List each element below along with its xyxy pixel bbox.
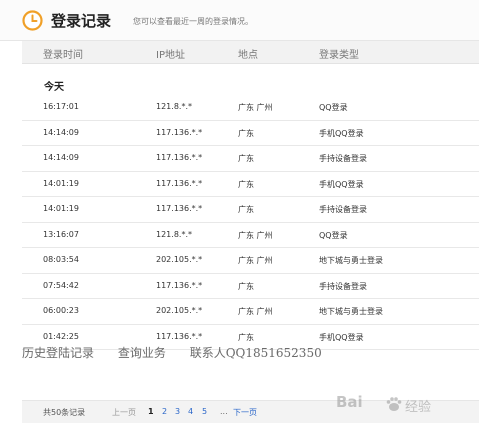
cell-place: 广东 广州 [238,230,273,240]
cell-ip: 202.105.*.* [156,306,203,315]
cell-place: 广东 [238,128,254,138]
cell-time: 08:03:54 [43,255,79,264]
cell-ip: 117.136.*.* [156,178,203,188]
cell-type: QQ登录 [319,230,348,240]
cell-ip: 117.136.*.* [156,331,203,341]
cell-ip: 117.136.*.* [156,127,203,137]
table-row: 14:01:19 117.136.*.* 广东 手机QQ登录 [22,172,479,197]
cell-time: 14:01:19 [43,178,79,188]
cell-ip: 117.136.*.* [156,280,203,290]
login-table: 16:17:01 121.8.*.* 广东 广州 QQ登录 14:14:09 1… [22,95,479,350]
page-link-3[interactable]: 3 [175,407,180,416]
cell-type: 地下城与勇士登录 [319,307,383,316]
watermark-text: Bai [336,393,363,411]
table-row: 14:14:09 117.136.*.* 广东 手机QQ登录 [22,121,479,146]
cell-place: 广东 广州 [238,256,273,265]
page-title: 登录记录 [51,12,112,30]
cell-type: 手持设备登录 [319,281,367,291]
watermark-suffix: 经验 [405,400,432,415]
clock-icon [22,10,43,31]
cell-time: 07:54:42 [43,280,79,290]
cell-time: 13:16:07 [43,229,79,239]
cell-place: 广东 广州 [238,103,273,112]
pagination-total: 共50条记录 [43,408,86,417]
cell-type: 手机QQ登录 [319,128,364,138]
header: 登录记录 您可以查看最近一周的登录情况。 [0,0,479,41]
cell-type: 地下城与勇士登录 [319,256,383,265]
cell-time: 06:00:23 [43,306,79,315]
column-place: 地点 [238,50,258,61]
page-link-4[interactable]: 4 [188,407,193,416]
cell-type: QQ登录 [319,103,348,112]
table-row: 06:00:23 202.105.*.* 广东 广州 地下城与勇士登录 [22,299,479,325]
cell-place: 广东 [238,332,254,342]
column-login-type: 登录类型 [319,50,359,61]
table-row: 14:14:09 117.136.*.* 广东 手持设备登录 [22,146,479,172]
overlay-query-label: 查询业务 [117,346,166,360]
table-row: 07:54:42 117.136.*.* 广东 手持设备登录 [22,274,479,299]
overlay-history-label: 历史登陆记录 [22,346,95,360]
cell-type: 手机QQ登录 [319,332,364,342]
table-row: 16:17:01 121.8.*.* 广东 广州 QQ登录 [22,95,479,121]
page-link-5[interactable]: 5 [202,407,207,416]
cell-ip: 117.136.*.* [156,153,203,162]
column-ip: IP地址 [156,50,185,61]
next-page-link[interactable]: 下一页 [233,407,257,418]
prev-page-link[interactable]: 上一页 [112,407,136,418]
table-header: 登录时间 IP地址 地点 登录类型 [22,41,479,64]
cell-time: 16:17:01 [43,102,79,111]
cell-place: 广东 广州 [238,307,273,316]
cell-place: 广东 [238,281,254,291]
cell-ip: 121.8.*.* [156,102,192,111]
cell-time: 01:42:25 [43,331,79,341]
table-row: 14:01:19 117.136.*.* 广东 手持设备登录 [22,197,479,223]
cell-place: 广东 [238,179,254,189]
cell-type: 手持设备登录 [319,205,367,214]
column-login-time: 登录时间 [43,50,83,61]
cell-type: 手机QQ登录 [319,179,364,189]
table-row: 08:03:54 202.105.*.* 广东 广州 地下城与勇士登录 [22,248,479,274]
cell-ip: 121.8.*.* [156,229,192,239]
pagination-ellipsis: ... [220,407,228,416]
page-link-1[interactable]: 1 [148,407,154,416]
page-subtitle: 您可以查看最近一周的登录情况。 [133,17,253,26]
overlay-contact-label: 联系人QQ1851652350 [189,346,322,360]
paw-icon [386,397,402,411]
cell-type: 手持设备登录 [319,154,367,163]
table-row: 13:16:07 121.8.*.* 广东 广州 QQ登录 [22,223,479,248]
cell-time: 14:01:19 [43,204,79,213]
cell-place: 广东 [238,205,254,214]
cell-place: 广东 [238,154,254,163]
cell-time: 14:14:09 [43,153,79,162]
overlay-caption: 历史登陆记录 查询业务 联系人QQ1851652350 [22,344,342,361]
cell-ip: 117.136.*.* [156,204,203,213]
cell-time: 14:14:09 [43,127,79,137]
cell-ip: 202.105.*.* [156,255,203,264]
section-today: 今天 [44,82,64,93]
page-link-2[interactable]: 2 [162,407,167,416]
